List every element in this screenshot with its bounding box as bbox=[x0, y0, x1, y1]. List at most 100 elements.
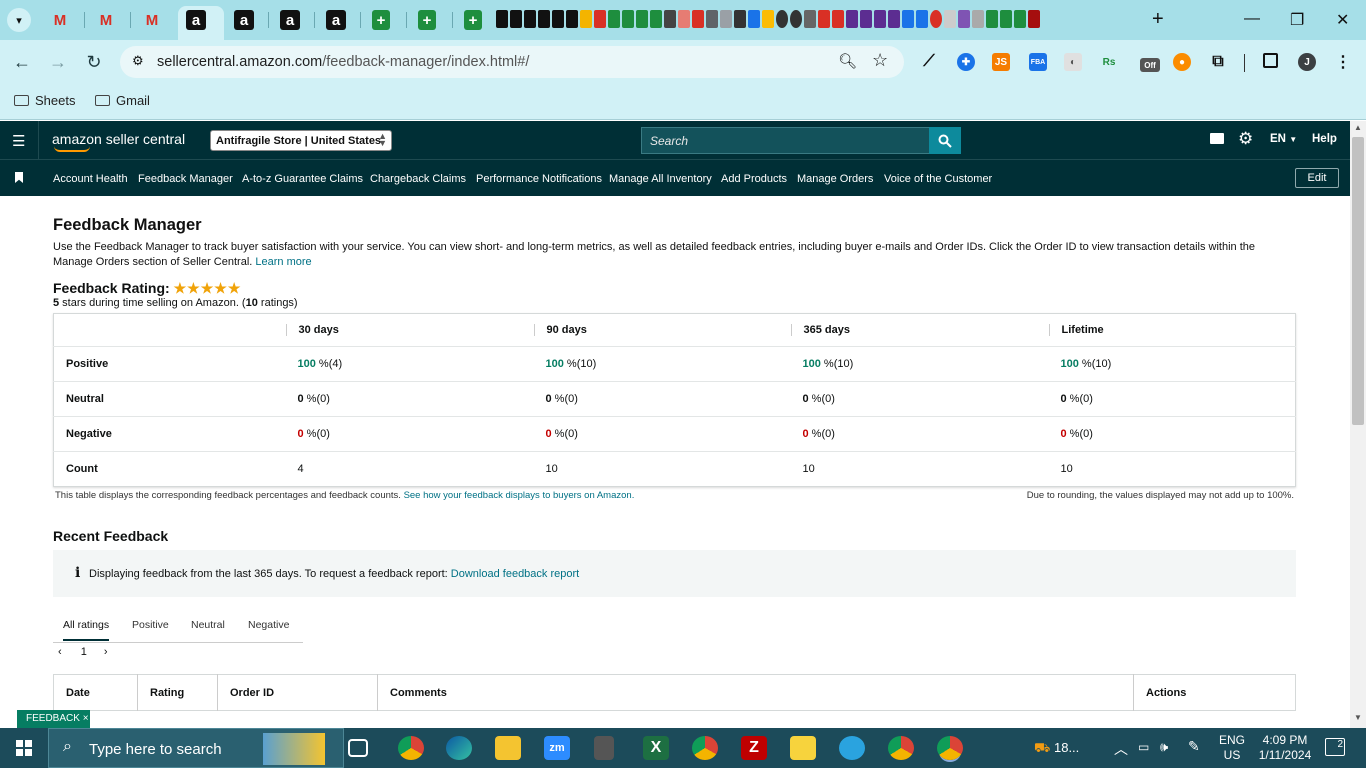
column-header-order-id[interactable]: Order ID bbox=[217, 674, 378, 711]
tab-amazon-4[interactable]: a bbox=[326, 10, 346, 30]
search-input[interactable]: Search bbox=[641, 127, 931, 154]
volume-icon[interactable]: 🕪︎ bbox=[1160, 739, 1168, 755]
tab-amazon-3[interactable]: a bbox=[280, 10, 300, 30]
edge-icon[interactable] bbox=[446, 736, 472, 760]
zoom-icon[interactable]: 🔍︎ bbox=[838, 52, 857, 70]
bookmark-ribbon-icon[interactable] bbox=[15, 172, 23, 183]
nav-feedback-manager[interactable]: Feedback Manager bbox=[138, 173, 233, 185]
close-window-icon[interactable]: ✕ bbox=[1336, 10, 1349, 30]
settings-gear-icon[interactable]: ⚙ bbox=[1238, 129, 1253, 149]
tab-amazon-icon[interactable]: a bbox=[186, 10, 206, 30]
zoom-app-icon[interactable]: zm bbox=[544, 736, 570, 760]
tab-amazon-2[interactable]: a bbox=[234, 10, 254, 30]
nav-add-products[interactable]: Add Products bbox=[721, 173, 787, 185]
url-text[interactable]: sellercentral.amazon.com/feedback-manage… bbox=[157, 54, 529, 70]
nav-manage-inventory[interactable]: Manage All Inventory bbox=[609, 173, 712, 185]
chrome-profile-icon[interactable] bbox=[692, 736, 718, 760]
taskbar-search-input[interactable]: ⌕ Type here to search bbox=[48, 728, 344, 768]
site-info-icon[interactable]: ⚙ bbox=[132, 53, 144, 69]
new-tab-button[interactable]: + bbox=[1152, 8, 1164, 31]
page-scrollbar[interactable]: ▲ ▼ bbox=[1350, 121, 1366, 728]
extension-off-icon[interactable]: Off bbox=[1140, 58, 1160, 72]
nav-voice-of-customer[interactable]: Voice of the Customer bbox=[884, 173, 992, 185]
store-selector[interactable]: Antifragile Store | United States ▲ ▼ bbox=[210, 130, 392, 151]
extension-icon-1[interactable]: ⟋ bbox=[920, 53, 938, 71]
amazon-logo[interactable]: amazon seller central bbox=[52, 131, 185, 152]
weather-widget[interactable]: ⛟ 18... bbox=[1034, 740, 1079, 758]
tab-search-button[interactable]: ▾ bbox=[7, 8, 31, 32]
next-page-icon[interactable]: › bbox=[104, 646, 108, 658]
feedback-widget-tab[interactable]: FEEDBACK × bbox=[17, 710, 90, 728]
extension-js-icon[interactable]: JS bbox=[992, 53, 1010, 71]
tab-sheets-1[interactable]: + bbox=[372, 10, 390, 30]
scroll-down-icon[interactable]: ▼ bbox=[1354, 713, 1362, 722]
chrome-profile-2-icon[interactable] bbox=[888, 736, 914, 760]
current-page[interactable]: 1 bbox=[81, 646, 87, 658]
learn-more-link[interactable]: Learn more bbox=[255, 256, 311, 268]
task-view-icon[interactable] bbox=[348, 739, 368, 757]
chrome-menu-icon[interactable]: ⋮ bbox=[1334, 53, 1352, 71]
nav-performance-notifications[interactable]: Performance Notifications bbox=[476, 173, 602, 185]
reload-icon[interactable]: ↻ bbox=[83, 52, 105, 73]
close-icon[interactable]: × bbox=[83, 713, 89, 724]
tab-sheets-2[interactable]: + bbox=[418, 10, 436, 30]
edit-nav-button[interactable]: Edit bbox=[1295, 168, 1339, 188]
scroll-up-icon[interactable]: ▲ bbox=[1354, 123, 1362, 132]
bookmark-star-icon[interactable]: ☆ bbox=[872, 50, 888, 71]
extension-icon-2[interactable]: ✚ bbox=[957, 53, 975, 71]
nav-manage-orders[interactable]: Manage Orders bbox=[797, 173, 873, 185]
tab-positive[interactable]: Positive bbox=[132, 619, 169, 631]
sticky-notes-icon[interactable] bbox=[790, 736, 816, 760]
restore-icon[interactable]: ❐ bbox=[1290, 10, 1304, 30]
tab-gmail-1[interactable]: M bbox=[48, 8, 72, 32]
prev-page-icon[interactable]: ‹ bbox=[58, 646, 62, 658]
mail-icon[interactable] bbox=[1210, 133, 1224, 144]
side-panel-icon[interactable] bbox=[1263, 53, 1278, 68]
column-header-rating[interactable]: Rating bbox=[137, 674, 218, 711]
tray-chevron-icon[interactable]: ︿ bbox=[1114, 739, 1128, 759]
extension-rs-icon[interactable]: Rs bbox=[1100, 53, 1118, 71]
tab-neutral[interactable]: Neutral bbox=[191, 619, 225, 631]
battery-icon[interactable]: ▭ bbox=[1138, 740, 1149, 754]
scroll-thumb[interactable] bbox=[1352, 137, 1364, 425]
clock[interactable]: 4:09 PM 1/11/2024 bbox=[1253, 733, 1317, 763]
column-header-date[interactable]: Date bbox=[54, 675, 138, 711]
help-link[interactable]: Help bbox=[1312, 133, 1337, 145]
language-selector[interactable]: EN ▼ bbox=[1270, 133, 1297, 145]
feedback-display-link[interactable]: See how your feedback displays to buyers… bbox=[404, 490, 635, 501]
minimize-icon[interactable]: — bbox=[1244, 10, 1260, 28]
file-explorer-icon[interactable] bbox=[495, 736, 521, 760]
nav-atoz-claims[interactable]: A-to-z Guarantee Claims bbox=[242, 173, 363, 185]
bookmark-gmail[interactable]: Gmail bbox=[95, 93, 150, 108]
notifications-icon[interactable]: 2 bbox=[1325, 738, 1345, 756]
forward-icon[interactable]: → bbox=[47, 52, 69, 73]
extension-icon-5[interactable]: ◐ bbox=[1064, 53, 1082, 71]
chrome-icon[interactable] bbox=[398, 736, 424, 760]
nav-chargeback-claims[interactable]: Chargeback Claims bbox=[370, 173, 466, 185]
hamburger-menu-icon[interactable]: ☰ bbox=[12, 132, 25, 150]
tab-sheets-3[interactable]: + bbox=[464, 10, 482, 30]
tab-all-ratings[interactable]: All ratings bbox=[63, 619, 110, 641]
search-button[interactable] bbox=[929, 127, 961, 154]
calculator-icon[interactable] bbox=[594, 736, 614, 760]
extension-icon-4[interactable]: FBA bbox=[1029, 53, 1047, 71]
tab-negative[interactable]: Negative bbox=[248, 619, 289, 631]
back-icon[interactable]: ← bbox=[11, 52, 33, 73]
filezilla-icon[interactable]: Z bbox=[741, 736, 767, 760]
telegram-icon[interactable] bbox=[839, 736, 865, 760]
download-report-link[interactable]: Download feedback report bbox=[451, 568, 579, 580]
excel-icon[interactable]: X bbox=[643, 736, 669, 760]
chrome-active-icon[interactable] bbox=[937, 736, 963, 760]
extension-icon-8[interactable]: ● bbox=[1173, 53, 1191, 71]
tab-gmail-2[interactable]: M bbox=[94, 8, 118, 32]
pinned-tab-icons[interactable] bbox=[496, 10, 1146, 30]
address-bar[interactable]: ⚙ sellercentral.amazon.com/feedback-mana… bbox=[120, 46, 904, 78]
bookmark-sheets[interactable]: Sheets bbox=[14, 93, 75, 108]
language-indicator[interactable]: ENG US bbox=[1219, 733, 1245, 763]
tab-gmail-3[interactable]: M bbox=[140, 8, 164, 32]
nav-account-health[interactable]: Account Health bbox=[53, 173, 128, 185]
windows-start-icon[interactable] bbox=[16, 740, 32, 756]
extensions-puzzle-icon[interactable]: ⧉ bbox=[1209, 53, 1227, 71]
profile-avatar[interactable]: J bbox=[1298, 53, 1316, 71]
pen-icon[interactable]: ✎ bbox=[1188, 738, 1200, 755]
